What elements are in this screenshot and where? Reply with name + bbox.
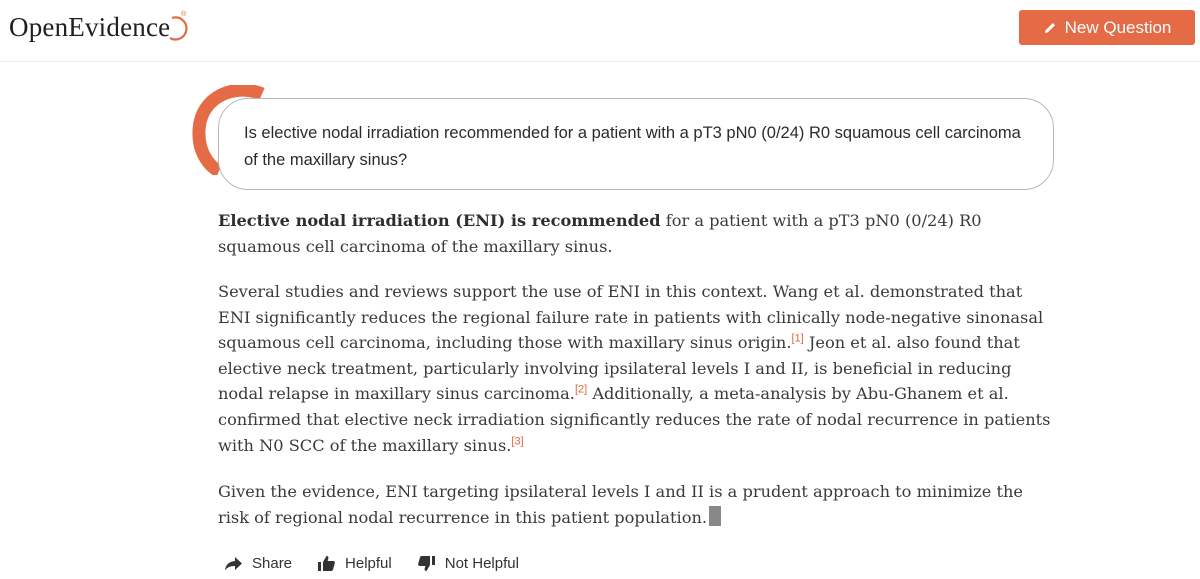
- citation-1[interactable]: [1]: [792, 333, 804, 345]
- question-text: Is elective nodal irradiation recommende…: [244, 124, 1021, 169]
- registered-mark: ®: [181, 11, 187, 18]
- not-helpful-button[interactable]: Not Helpful: [417, 555, 519, 572]
- citation-3[interactable]: [3]: [511, 435, 523, 447]
- not-helpful-label: Not Helpful: [444, 554, 519, 572]
- helpful-label: Helpful: [345, 554, 392, 572]
- thumbs-up-icon: [318, 555, 335, 571]
- typing-cursor: [709, 505, 722, 526]
- helpful-button[interactable]: Helpful: [317, 555, 392, 572]
- answer-summary: Elective nodal irradiation (ENI) is reco…: [218, 208, 1058, 259]
- share-arrow-icon: [225, 556, 242, 570]
- conclusion-text: Given the evidence, ENI targeting ipsila…: [218, 482, 1023, 527]
- new-question-label: New Question: [1064, 17, 1172, 37]
- top-bar: OpenEvidence ® New Question: [0, 0, 1200, 62]
- app-logo[interactable]: OpenEvidence: [9, 12, 170, 43]
- share-label: Share: [252, 554, 293, 572]
- new-question-button[interactable]: New Question: [1019, 10, 1195, 45]
- pencil-icon: [1044, 22, 1055, 33]
- question-bubble: Is elective nodal irradiation recommende…: [218, 98, 1054, 190]
- thumbs-down-icon: [417, 555, 435, 571]
- answer-evidence: Several studies and reviews support the …: [218, 279, 1058, 458]
- answer-summary-bold: Elective nodal irradiation (ENI) is reco…: [218, 211, 661, 230]
- citation-2[interactable]: [2]: [575, 384, 587, 396]
- share-button[interactable]: Share: [224, 555, 292, 572]
- feedback-actions: Share Helpful Not Helpful: [224, 551, 544, 575]
- answer-conclusion: Given the evidence, ENI targeting ipsila…: [218, 479, 1058, 530]
